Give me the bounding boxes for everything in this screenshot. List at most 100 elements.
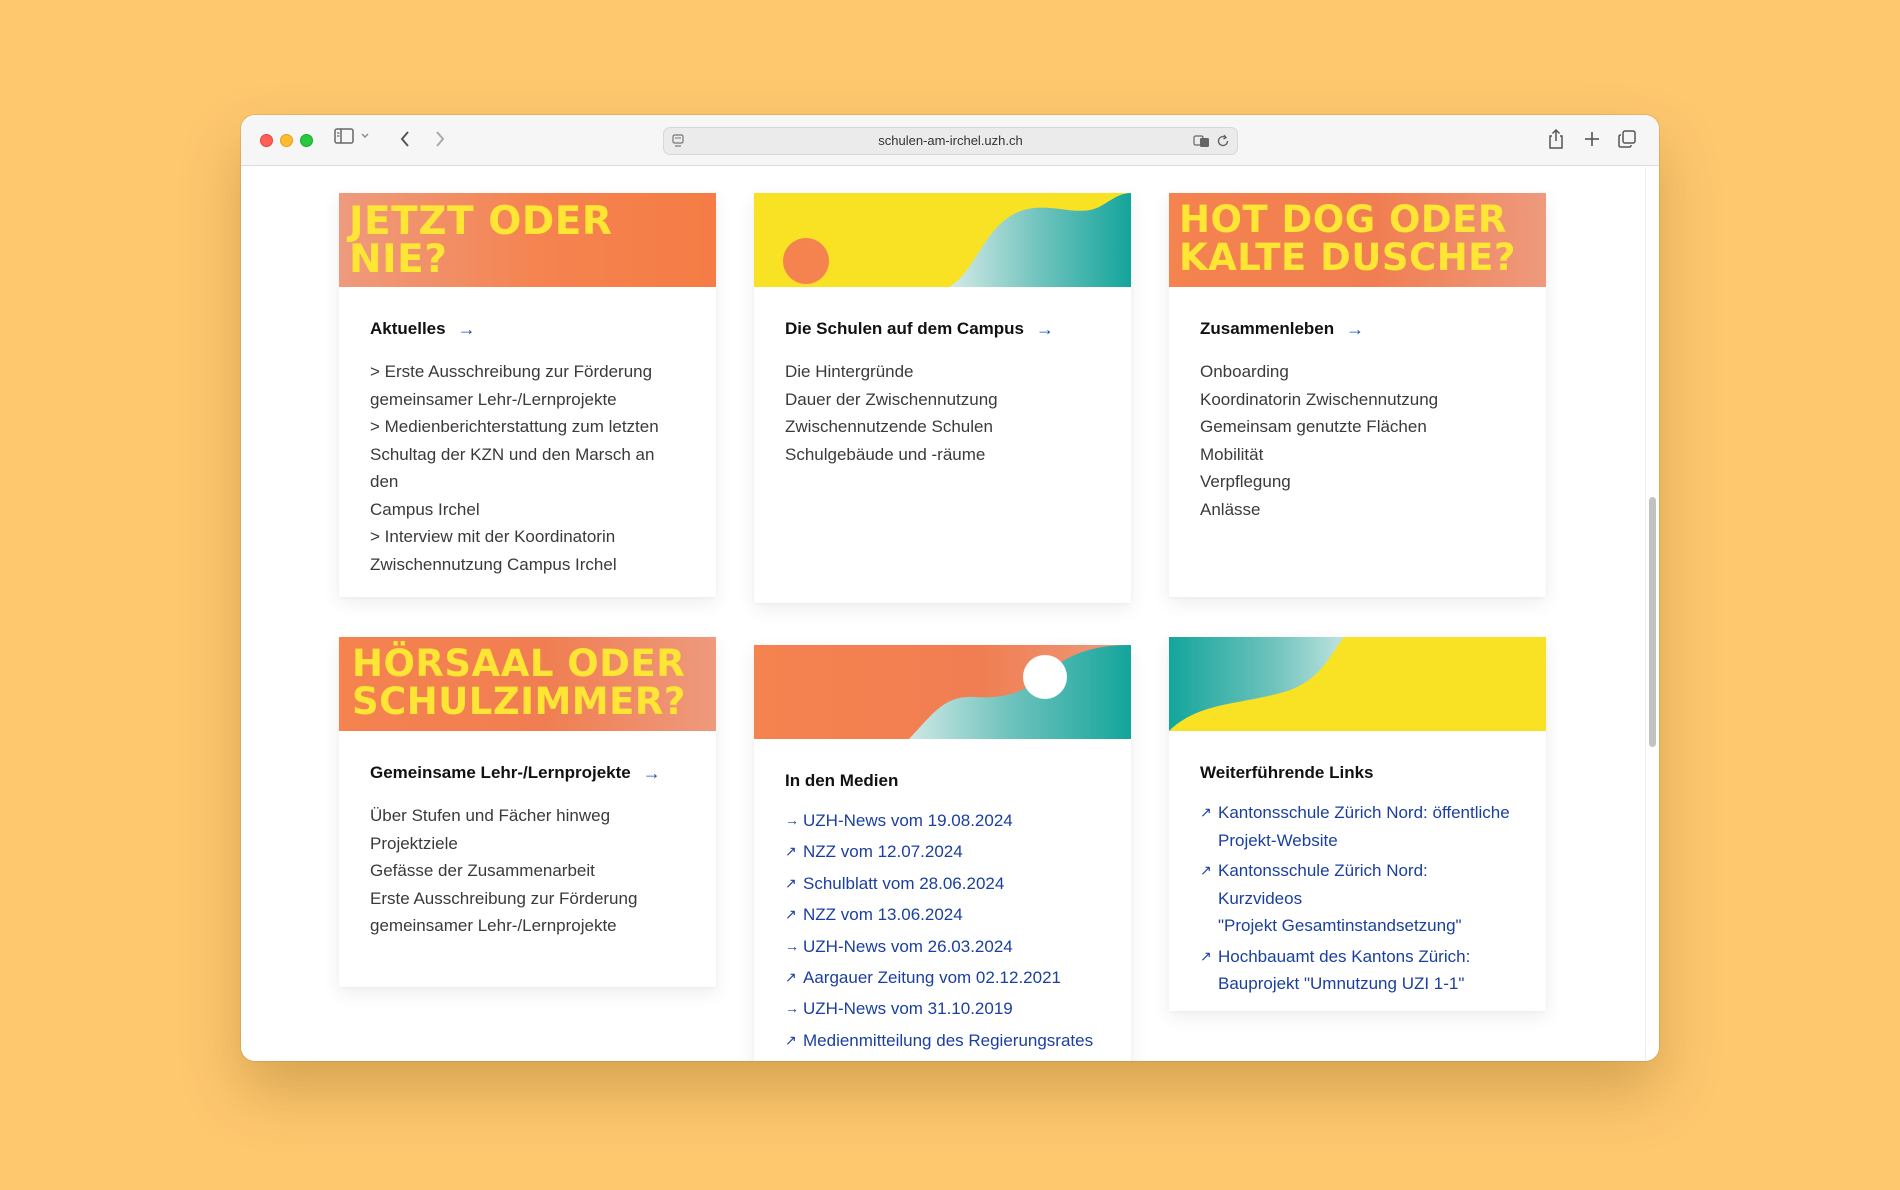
back-icon[interactable] bbox=[399, 129, 411, 149]
list-item[interactable]: Zwischennutzung Campus Irchel bbox=[370, 551, 685, 579]
sidebar-toggle-icon[interactable] bbox=[334, 127, 354, 145]
tab-overview-icon[interactable] bbox=[1617, 129, 1637, 149]
card-list: > Erste Ausschreibung zur Förderung geme… bbox=[370, 358, 685, 578]
card-banner bbox=[754, 193, 1131, 287]
reload-icon[interactable] bbox=[1215, 133, 1231, 154]
media-link[interactable]: → UZH-News vom 26.03.2024 bbox=[785, 933, 1100, 961]
chevron-down-icon[interactable] bbox=[360, 132, 370, 140]
scrollbar-thumb[interactable] bbox=[1649, 497, 1656, 747]
list-item[interactable]: > Medienberichterstattung zum letzten bbox=[370, 413, 685, 441]
forward-icon[interactable] bbox=[434, 129, 446, 149]
list-item[interactable]: Dauer der Zwischennutzung bbox=[785, 386, 1100, 414]
url-text: schulen-am-irchel.uzh.ch bbox=[878, 133, 1023, 148]
list-item[interactable]: > Interview mit der Koordinatorin bbox=[370, 523, 685, 551]
list-item[interactable]: Koordinatorin Zwischennutzung bbox=[1200, 386, 1515, 414]
arrow-right-icon: → bbox=[785, 937, 799, 954]
list-item[interactable]: gemeinsamer Lehr-/Lernprojekte bbox=[370, 386, 685, 414]
zoom-window-button[interactable] bbox=[300, 134, 313, 147]
close-window-button[interactable] bbox=[260, 134, 273, 147]
card-banner: HÖRSAAL ODER SCHULZIMMER? bbox=[339, 637, 716, 731]
media-link[interactable]: ↗ Schulblatt vom 28.06.2024 bbox=[785, 870, 1100, 898]
list-item[interactable]: Erste Ausschreibung zur Förderung bbox=[370, 885, 685, 913]
link-label[interactable]: Medienmitteilung des Regierungsrates bbox=[803, 1027, 1093, 1055]
list-item[interactable]: Gemeinsam genutzte Flächen bbox=[1200, 413, 1515, 441]
list-item[interactable]: Schultag der KZN und den Marsch an den bbox=[370, 441, 685, 496]
list-item[interactable]: gemeinsamer Lehr-/Lernprojekte bbox=[370, 912, 685, 940]
media-link[interactable]: → UZH-News vom 19.08.2024 bbox=[785, 807, 1100, 835]
external-link-icon: ↗ bbox=[785, 906, 797, 923]
list-item[interactable]: Über Stufen und Fächer hinweg bbox=[370, 802, 685, 830]
share-icon[interactable] bbox=[1547, 128, 1565, 150]
card-list: Onboarding Koordinatorin Zwischennutzung… bbox=[1200, 358, 1515, 523]
new-tab-icon[interactable] bbox=[1583, 130, 1601, 148]
card-projekte: HÖRSAAL ODER SCHULZIMMER? Gemeinsame Leh… bbox=[339, 637, 716, 987]
media-link[interactable]: ↗ NZZ vom 12.07.2024 bbox=[785, 838, 1100, 866]
external-link-icon: ↗ bbox=[1200, 804, 1212, 820]
link-label[interactable]: Hochbauamt des Kantons Zürich: Bauprojekt… bbox=[1218, 943, 1470, 998]
external-link-icon: ↗ bbox=[1200, 947, 1212, 964]
arrow-right-icon: → bbox=[1346, 318, 1365, 339]
list-item[interactable]: Projektziele bbox=[370, 830, 685, 858]
media-link[interactable]: ↗ Medienmitteilung des Regierungsrates bbox=[785, 1027, 1100, 1055]
card-banner: HOT DOG ODER KALTE DUSCHE? bbox=[1169, 193, 1546, 287]
arrow-right-icon: → bbox=[785, 812, 799, 828]
card-title: Weiterführende Links bbox=[1200, 763, 1374, 782]
browser-toolbar: schulen-am-irchel.uzh.ch bbox=[241, 115, 1659, 166]
banner-graphic bbox=[783, 193, 1131, 287]
link-label[interactable]: Kantonsschule Zürich Nord: Kurzvideos "Pr… bbox=[1218, 857, 1515, 940]
link-label[interactable]: Schulblatt vom 28.06.2024 bbox=[803, 870, 1004, 898]
list-item[interactable]: Anlässe bbox=[1200, 496, 1515, 524]
media-link[interactable]: ↗ Aargauer Zeitung vom 02.12.2021 bbox=[785, 964, 1100, 992]
banner-graphic bbox=[1169, 637, 1344, 731]
card-banner: JETZT ODER NIE? bbox=[339, 193, 716, 287]
link-label[interactable]: UZH-News vom 31.10.2019 bbox=[803, 995, 1013, 1023]
list-item[interactable]: Mobilität bbox=[1200, 441, 1515, 469]
link-label[interactable]: Kantonsschule Zürich Nord: öffentliche Pr… bbox=[1218, 799, 1510, 854]
list-item[interactable]: Gefässe der Zusammenarbeit bbox=[370, 857, 685, 885]
media-link[interactable]: ↗ NZZ vom 13.06.2024 bbox=[785, 901, 1100, 929]
browser-window: schulen-am-irchel.uzh.ch JETZT ODER NIE? bbox=[241, 115, 1659, 1061]
translate-icon[interactable] bbox=[1193, 133, 1211, 154]
media-link[interactable]: → UZH-News vom 31.10.2019 bbox=[785, 995, 1100, 1023]
banner-heading: JETZT ODER NIE? bbox=[349, 199, 613, 282]
arrow-right-icon: → bbox=[1036, 318, 1054, 339]
minimize-window-button[interactable] bbox=[280, 134, 293, 147]
external-link-icon: ↗ bbox=[785, 874, 797, 891]
card-title: Aktuelles bbox=[370, 319, 446, 338]
card-title: Zusammenleben bbox=[1200, 319, 1335, 338]
list-item[interactable]: Die Hintergründe bbox=[785, 358, 1100, 386]
arrow-right-icon: → bbox=[785, 1000, 799, 1017]
scrollbar[interactable] bbox=[1645, 167, 1659, 1061]
card-title-link[interactable]: Zusammenleben → bbox=[1200, 317, 1515, 341]
banner-line: HÖRSAAL ODER bbox=[352, 642, 686, 685]
card-list: Die Hintergründe Dauer der Zwischennutzu… bbox=[785, 358, 1100, 468]
card-schulen: Die Schulen auf dem Campus → Die Hinterg… bbox=[754, 193, 1131, 603]
list-item[interactable]: Onboarding bbox=[1200, 358, 1515, 386]
link-label[interactable]: UZH-News vom 26.03.2024 bbox=[803, 933, 1013, 961]
link-label[interactable]: Aargauer Zeitung vom 02.12.2021 bbox=[803, 964, 1061, 992]
banner-line: HOT DOG ODER bbox=[1179, 198, 1507, 241]
external-link[interactable]: ↗ Hochbauamt des Kantons Zürich: Bauprojek… bbox=[1200, 943, 1515, 998]
link-label[interactable]: NZZ vom 12.07.2024 bbox=[803, 838, 963, 866]
list-item[interactable]: > Erste Ausschreibung zur Förderung bbox=[370, 358, 685, 386]
link-label[interactable]: UZH-News vom 19.08.2024 bbox=[803, 807, 1013, 835]
external-link-icon: ↗ bbox=[785, 968, 797, 985]
banner-graphic bbox=[909, 645, 1131, 739]
list-item[interactable]: Zwischennutzende Schulen bbox=[785, 413, 1100, 441]
card-title-link[interactable]: Gemeinsame Lehr-/Lernprojekte → bbox=[370, 761, 685, 785]
list-item[interactable]: Campus Irchel bbox=[370, 496, 685, 524]
card-title-link[interactable]: Die Schulen auf dem Campus → bbox=[785, 317, 1100, 341]
address-bar[interactable]: schulen-am-irchel.uzh.ch bbox=[663, 127, 1238, 155]
list-item[interactable]: Verpflegung bbox=[1200, 468, 1515, 496]
external-link[interactable]: ↗ Kantonsschule Zürich Nord: Kurzvideos "P… bbox=[1200, 857, 1515, 940]
banner-heading: HÖRSAAL ODER SCHULZIMMER? bbox=[352, 645, 686, 721]
card-title: Die Schulen auf dem Campus bbox=[785, 319, 1024, 338]
page-viewport: JETZT ODER NIE? Aktuelles → > Erste Auss… bbox=[241, 167, 1659, 1061]
media-links-list: → UZH-News vom 19.08.2024 ↗ NZZ vom 12.07.… bbox=[785, 807, 1100, 1054]
external-link[interactable]: ↗ Kantonsschule Zürich Nord: öffentliche P… bbox=[1200, 799, 1515, 854]
card-title-link[interactable]: Aktuelles → bbox=[370, 317, 685, 341]
card-list: Über Stufen und Fächer hinweg Projektzie… bbox=[370, 802, 685, 940]
link-label[interactable]: NZZ vom 13.06.2024 bbox=[803, 901, 963, 929]
list-item[interactable]: Schulgebäude und -räume bbox=[785, 441, 1100, 469]
external-link-icon: ↗ bbox=[785, 1031, 797, 1048]
